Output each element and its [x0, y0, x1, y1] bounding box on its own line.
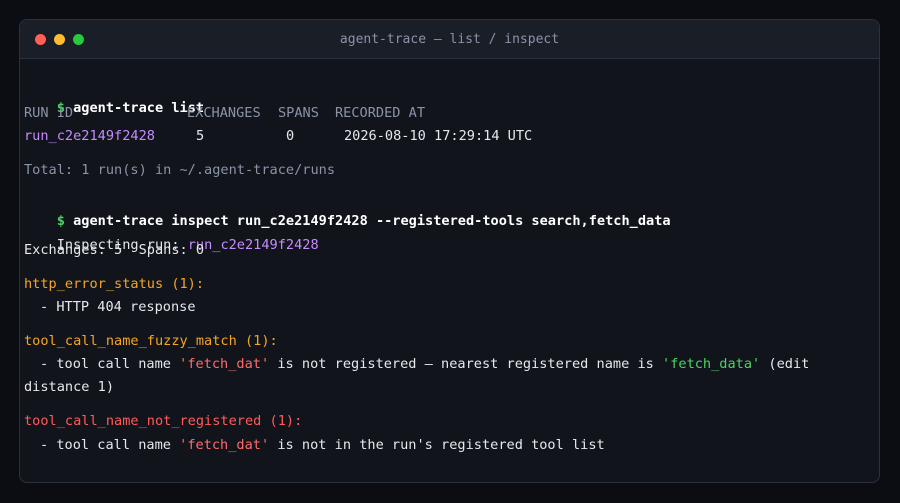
- item-suffix: (edit: [760, 356, 810, 372]
- unregistered-tool-name: 'fetch_dat': [179, 356, 270, 372]
- command-line-list: $ agent-trace list: [24, 81, 204, 116]
- item-prefix: - tool call name: [40, 437, 180, 453]
- finding-heading-fuzzy-match: tool_call_name_fuzzy_match (1):: [24, 333, 278, 349]
- item-prefix: - tool call name: [40, 356, 180, 372]
- inspecting-run-id: run_c2e2149f2428: [187, 237, 319, 253]
- finding-item: - tool call name 'fetch_dat' is not regi…: [40, 355, 809, 373]
- suggested-tool-name: 'fetch_data': [662, 356, 761, 372]
- recorded-at-cell: 2026-08-10 17:29:14 UTC: [344, 128, 533, 144]
- table-header: RUN ID EXCHANGES SPANS RECORDED AT: [24, 104, 724, 122]
- window-title: agent-trace — list / inspect: [339, 32, 560, 47]
- column-header-exchanges: EXCHANGES: [187, 105, 261, 121]
- column-header-run-id: RUN ID: [24, 105, 74, 121]
- title-bar: agent-trace — list / inspect: [20, 20, 879, 59]
- finding-item-continuation: distance 1): [24, 379, 115, 395]
- item-suffix: is not in the run's registered tool list: [269, 437, 605, 453]
- column-header-recorded-at: RECORDED AT: [335, 105, 426, 121]
- finding-heading-http-error-status: http_error_status (1):: [24, 276, 205, 292]
- column-header-spans: SPANS: [278, 105, 319, 121]
- table-row: run_c2e2149f2428 5 0 2026-08-10 17:29:14…: [24, 127, 724, 145]
- finding-heading-not-registered: tool_call_name_not_registered (1):: [24, 413, 303, 429]
- item-middle: is not registered — nearest registered n…: [269, 356, 663, 372]
- run-id-cell: run_c2e2149f2428: [24, 128, 155, 144]
- total-line: Total: 1 run(s) in ~/.agent-trace/runs: [24, 162, 335, 178]
- finding-item: - tool call name 'fetch_dat' is not in t…: [40, 436, 605, 454]
- inspecting-line: Inspecting run: run_c2e2149f2428: [24, 218, 319, 253]
- exchanges-spans-line: Exchanges: 5 Spans: 0: [24, 242, 205, 258]
- command-line-inspect: $ agent-trace inspect run_c2e2149f2428 -…: [24, 194, 671, 229]
- unregistered-tool-name: 'fetch_dat': [179, 437, 270, 453]
- spans-cell: 0: [286, 128, 295, 144]
- exchanges-cell: 5: [196, 128, 205, 144]
- finding-item: - HTTP 404 response: [40, 299, 196, 315]
